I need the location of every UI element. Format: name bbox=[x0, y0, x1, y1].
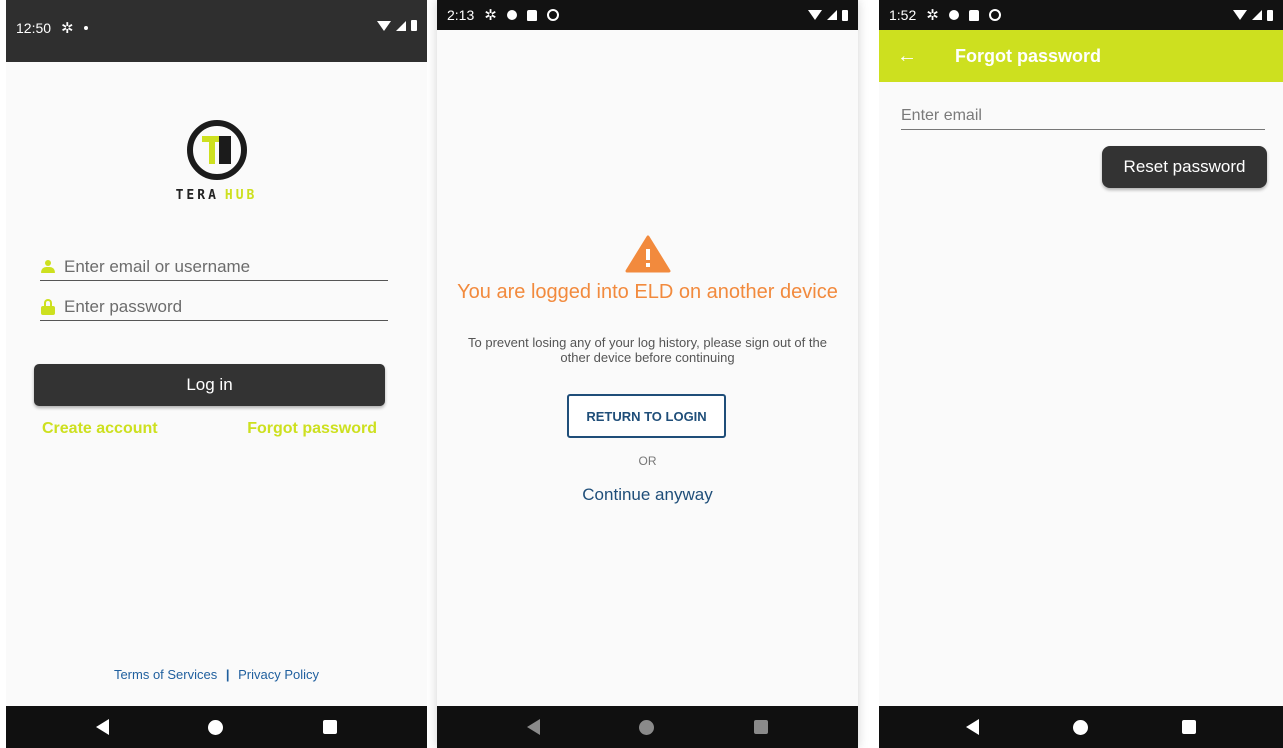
reset-email-field[interactable]: Enter email bbox=[901, 107, 1265, 130]
sync-icon bbox=[988, 9, 1001, 21]
navigation-bar bbox=[437, 706, 858, 748]
login-button[interactable]: Log in bbox=[34, 364, 385, 406]
gear-icon: ✲ bbox=[61, 19, 74, 37]
nav-recents-icon[interactable] bbox=[323, 720, 338, 734]
signal-icon bbox=[827, 10, 837, 20]
logo-wordmark: TERA HUB bbox=[157, 188, 277, 203]
shield-icon bbox=[506, 10, 517, 20]
nav-back-icon[interactable] bbox=[526, 719, 540, 735]
battery-icon bbox=[1267, 9, 1273, 21]
return-to-login-button[interactable]: RETURN TO LOGIN bbox=[567, 394, 726, 438]
wifi-icon bbox=[808, 10, 822, 20]
shield-icon bbox=[948, 10, 959, 20]
email-placeholder: Enter email or username bbox=[64, 257, 251, 276]
privacy-link[interactable]: Privacy Policy bbox=[238, 667, 319, 682]
status-time: 2:13 bbox=[447, 7, 475, 23]
warning-icon bbox=[625, 235, 670, 273]
wifi-icon bbox=[377, 20, 391, 31]
terms-link[interactable]: Terms of Services bbox=[114, 667, 217, 682]
gear-icon: ✲ bbox=[484, 6, 497, 24]
warning-title: You are logged into ELD on another devic… bbox=[457, 281, 838, 303]
password-placeholder: Enter password bbox=[64, 297, 183, 316]
app-bar: ← Forgot password bbox=[879, 30, 1283, 82]
signal-icon bbox=[396, 20, 406, 31]
nav-home-icon[interactable] bbox=[208, 719, 224, 735]
status-bar: 2:13 ✲ bbox=[437, 0, 858, 30]
person-icon bbox=[40, 260, 56, 274]
forgot-password-link[interactable]: Forgot password bbox=[247, 420, 377, 438]
email-field[interactable]: Enter email or username bbox=[40, 254, 388, 281]
navigation-bar bbox=[6, 706, 427, 748]
forgot-password-screen: 1:52 ✲ ← Forgot password Enter email Res… bbox=[879, 0, 1283, 748]
lock-icon bbox=[41, 299, 55, 315]
gear-icon: ✲ bbox=[926, 6, 939, 24]
nav-recents-icon[interactable] bbox=[1182, 720, 1196, 734]
nav-home-icon[interactable] bbox=[639, 719, 655, 735]
terahub-logo: TERA HUB bbox=[157, 118, 277, 203]
terahub-logo-mark bbox=[186, 120, 247, 180]
or-divider: OR bbox=[638, 454, 657, 468]
logo-word-hub: HUB bbox=[224, 188, 258, 203]
continue-anyway-link[interactable]: Continue anyway bbox=[437, 485, 858, 505]
footer-links: Terms of Services | Privacy Policy bbox=[6, 667, 427, 682]
wifi-icon bbox=[1233, 10, 1247, 20]
nav-home-icon[interactable] bbox=[1073, 719, 1088, 735]
status-bar: 12:50 ✲ bbox=[6, 0, 427, 62]
status-time: 1:52 bbox=[889, 7, 917, 23]
password-field[interactable]: Enter password bbox=[40, 294, 388, 321]
sd-card-icon bbox=[968, 9, 979, 21]
nav-back-icon[interactable] bbox=[966, 719, 979, 735]
battery-icon bbox=[842, 9, 848, 21]
reset-password-button[interactable]: Reset password bbox=[1102, 146, 1267, 188]
status-bar: 1:52 ✲ bbox=[879, 0, 1283, 30]
create-account-link[interactable]: Create account bbox=[42, 420, 158, 438]
logo-word-tera: TERA bbox=[175, 188, 219, 203]
person-icon-wrap bbox=[40, 260, 56, 274]
signal-icon bbox=[1252, 10, 1262, 20]
status-time: 12:50 bbox=[16, 20, 52, 36]
nav-back-icon[interactable] bbox=[95, 719, 109, 735]
navigation-bar bbox=[879, 706, 1283, 748]
nav-recents-icon[interactable] bbox=[754, 720, 769, 734]
page-title: Forgot password bbox=[955, 45, 1102, 66]
notification-dot-icon bbox=[83, 26, 88, 30]
footer-separator: | bbox=[225, 667, 230, 682]
warning-subtitle: To prevent losing any of your log histor… bbox=[468, 335, 827, 365]
back-arrow-icon[interactable]: ← bbox=[879, 30, 935, 82]
login-screen: 12:50 ✲ TERA HUB Enter email or username … bbox=[6, 0, 427, 748]
sync-icon bbox=[546, 9, 559, 21]
battery-icon bbox=[411, 20, 417, 31]
lock-icon-wrap bbox=[40, 299, 56, 315]
sd-card-icon bbox=[526, 9, 537, 21]
another-device-screen: 2:13 ✲ You are logged into ELD on anothe… bbox=[437, 0, 858, 748]
